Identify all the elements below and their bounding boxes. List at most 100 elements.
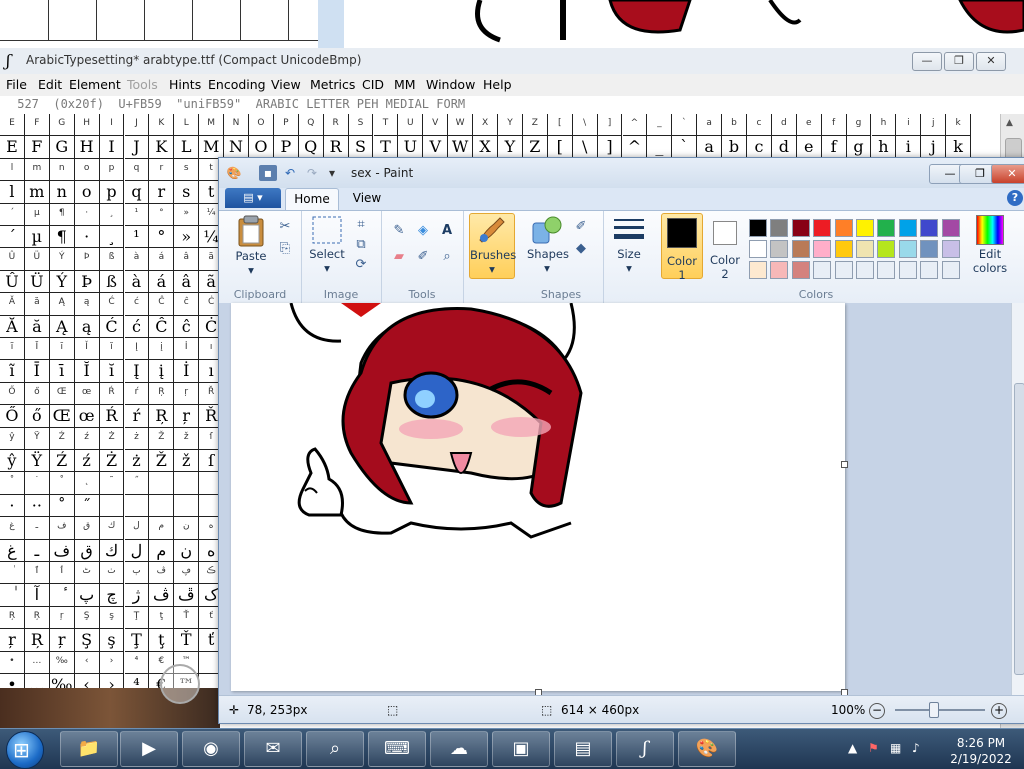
glyph-cell[interactable]: م: [149, 539, 175, 562]
glyph-cell[interactable]: H: [74, 136, 100, 159]
glyph-cell[interactable]: Ă: [0, 315, 25, 338]
glyph-label[interactable]: ŗ: [174, 382, 200, 406]
glyph-label[interactable]: ^: [622, 114, 648, 137]
fontforge-taskbar-button[interactable]: ʃ: [616, 731, 674, 767]
glyph-cell[interactable]: J: [124, 136, 150, 159]
glyph-label[interactable]: ˚: [49, 472, 75, 495]
network-taskbar-button[interactable]: ☁: [430, 731, 488, 767]
glyph-cell[interactable]: ٰ: [0, 584, 25, 607]
glyph-cell[interactable]: s: [174, 181, 200, 204]
glyph-label[interactable]: ż: [124, 427, 150, 450]
glyph-label[interactable]: ·: [74, 203, 100, 226]
glyph-cell[interactable]: Ő: [0, 405, 25, 428]
glyph-label[interactable]: Ţ: [124, 606, 150, 630]
palette-swatch[interactable]: [813, 261, 832, 279]
glyph-label[interactable]: ن: [174, 517, 200, 540]
glyph-label[interactable]: ٲ: [49, 562, 75, 585]
glyph-cell[interactable]: \: [572, 136, 598, 159]
glyph-cell[interactable]: غ: [0, 539, 25, 562]
glyph-label[interactable]: ٺ: [99, 562, 125, 585]
glyph-cell[interactable]: ¶: [49, 226, 75, 249]
tab-view[interactable]: View: [343, 188, 391, 209]
glyph-label[interactable]: e: [796, 114, 822, 137]
glyph-cell[interactable]: ك: [99, 539, 125, 562]
menu-encoding[interactable]: Encoding: [208, 77, 266, 92]
palette-swatch[interactable]: [941, 219, 960, 237]
glyph-label[interactable]: j: [921, 114, 947, 137]
volume-icon[interactable]: ♪: [912, 741, 920, 755]
glyph-label[interactable]: O: [249, 114, 274, 137]
glyph-label[interactable]: l: [0, 158, 25, 182]
magnifier-icon[interactable]: ⌕: [437, 247, 457, 267]
menu-view[interactable]: View: [271, 77, 301, 92]
text-icon[interactable]: A: [437, 221, 457, 241]
glyph-label[interactable]: Ŕ: [99, 382, 125, 406]
glyph-label[interactable]: Ŗ: [0, 606, 25, 630]
glyph-cell[interactable]: Ÿ: [24, 450, 50, 473]
glyph-cell[interactable]: ·: [0, 494, 25, 518]
glyph-cell[interactable]: G: [49, 136, 75, 159]
glyph-label[interactable]: ‹: [74, 651, 100, 674]
glyph-label[interactable]: T: [373, 114, 399, 137]
glyph-label[interactable]: …: [24, 651, 50, 674]
resize-icon[interactable]: ⧉: [351, 235, 371, 255]
glyph-cell[interactable]: d: [771, 136, 797, 159]
glyph-label[interactable]: [149, 472, 175, 495]
palette-swatch[interactable]: [920, 240, 939, 258]
glyph-cell[interactable]: h: [871, 136, 897, 159]
glyph-label[interactable]: Ą: [49, 293, 75, 316]
glyph-label[interactable]: م: [149, 517, 175, 540]
glyph-label[interactable]: Ŗ: [24, 606, 50, 630]
glyph-label[interactable]: ő: [24, 382, 50, 406]
glyph-label[interactable]: \: [572, 114, 598, 137]
glyph-cell[interactable]: ··: [24, 494, 50, 518]
outline-icon[interactable]: ✐: [571, 217, 591, 237]
glyph-label[interactable]: Ő: [0, 382, 25, 406]
close-button[interactable]: ✕: [976, 52, 1006, 71]
start-button[interactable]: ⊞: [6, 731, 44, 769]
maximize-button[interactable]: ❐: [944, 52, 974, 71]
glyph-label[interactable]: ß: [99, 248, 125, 271]
glyph-label[interactable]: »: [174, 203, 200, 226]
glyph-label[interactable]: Ī: [24, 338, 50, 361]
glyph-label[interactable]: ¹: [124, 203, 150, 226]
glyph-label[interactable]: ل: [124, 517, 150, 540]
palette-swatch[interactable]: [856, 261, 874, 279]
paint-app-icon[interactable]: 🎨: [225, 165, 243, 181]
palette-swatch[interactable]: [770, 261, 789, 279]
glyph-label[interactable]: ك: [99, 517, 125, 540]
glyph-label[interactable]: ŕ: [124, 382, 150, 406]
menu-metrics[interactable]: Metrics: [310, 77, 355, 92]
glyph-label[interactable]: Ă: [0, 293, 25, 316]
glyph-cell[interactable]: _: [647, 136, 673, 159]
fill-shape-icon[interactable]: ◆: [571, 239, 591, 259]
glyph-label[interactable]: c: [747, 114, 772, 137]
glyph-cell[interactable]: S: [348, 136, 374, 159]
glyph-label[interactable]: ف: [49, 517, 75, 540]
glyph-cell[interactable]: ž: [174, 450, 200, 473]
glyph-label[interactable]: Ŗ: [149, 382, 175, 406]
glyph-label[interactable]: Ž: [149, 427, 175, 450]
glyph-label[interactable]: f: [821, 114, 847, 137]
glyph-cell[interactable]: µ: [24, 226, 50, 249]
glyph-cell[interactable]: ·: [74, 226, 100, 249]
glyph-cell[interactable]: E: [0, 136, 25, 159]
glyph-label[interactable]: ٹ: [74, 562, 100, 585]
magnifier-taskbar-button[interactable]: ⌕: [306, 731, 364, 767]
glyph-label[interactable]: á: [149, 248, 175, 271]
select-button[interactable]: Select ▾: [309, 215, 345, 277]
palette-swatch[interactable]: [920, 219, 939, 237]
color-picker-icon[interactable]: ✐: [413, 247, 433, 267]
palette-swatch[interactable]: [749, 261, 767, 279]
paste-button[interactable]: Paste ▾: [229, 215, 273, 277]
action-center-icon[interactable]: ⚑: [868, 741, 879, 755]
glyph-cell[interactable]: İ: [174, 360, 200, 383]
glyph-cell[interactable]: ī: [49, 360, 75, 383]
glyph-label[interactable]: ٻ: [124, 562, 150, 585]
glyph-label[interactable]: Ĭ: [74, 338, 100, 361]
glyph-label[interactable]: ¸: [99, 203, 125, 226]
glyph-cell[interactable]: Z: [522, 136, 548, 159]
glyph-label[interactable]: E: [0, 114, 25, 137]
glyph-cell[interactable]: Ĭ: [74, 360, 100, 383]
glyph-cell[interactable]: O: [249, 136, 274, 159]
